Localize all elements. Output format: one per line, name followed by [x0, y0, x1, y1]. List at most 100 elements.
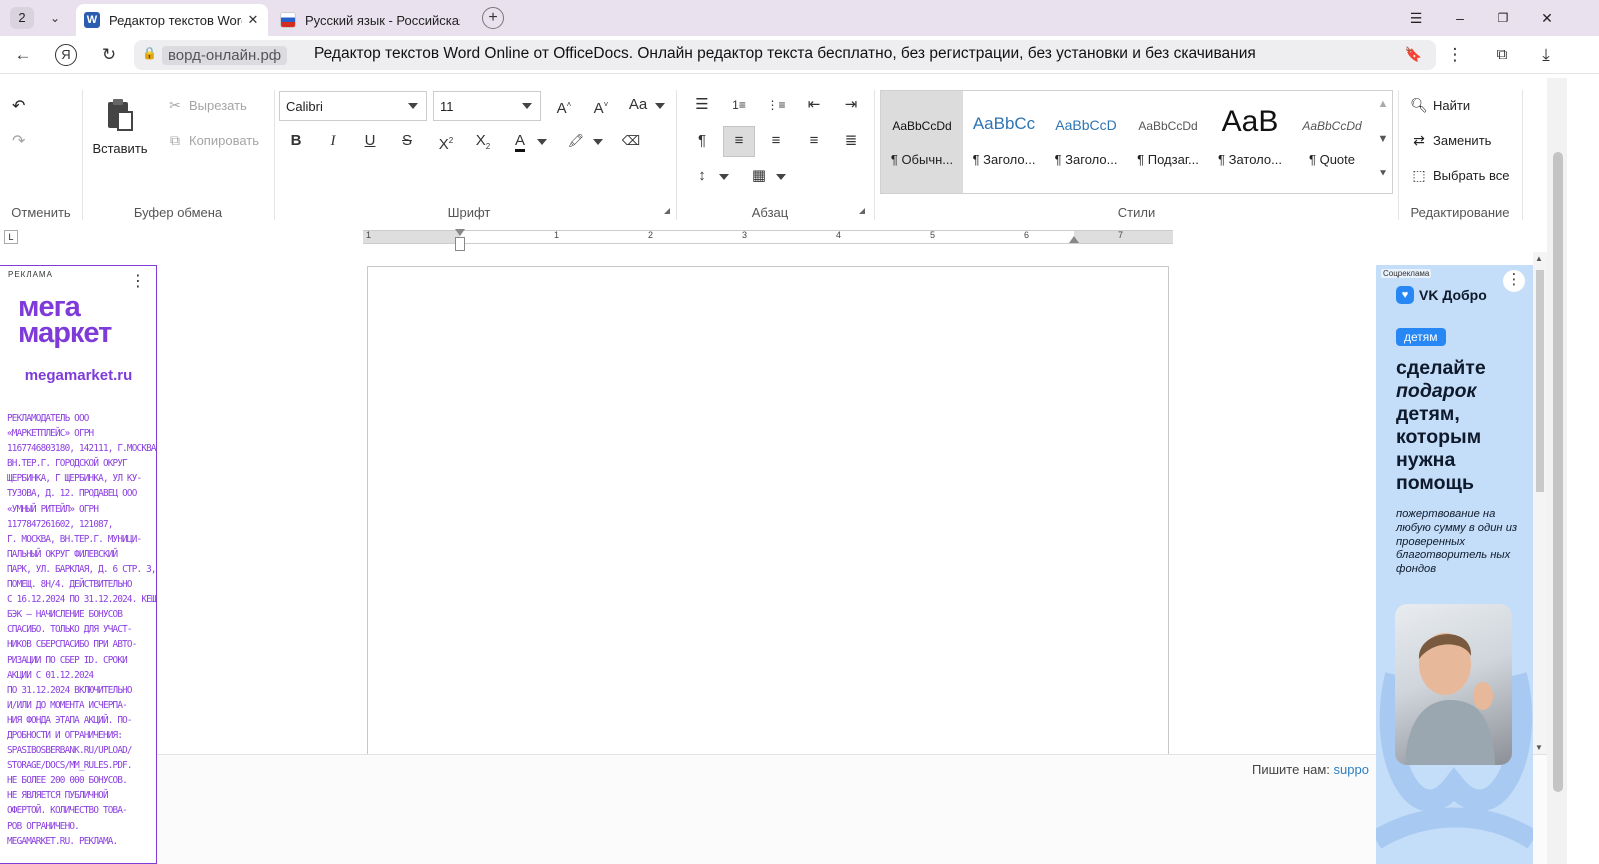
url-domain[interactable]: ворд-онлайн.рф	[162, 46, 288, 65]
style-quote[interactable]: AaBbCcDd ¶ Quote	[1291, 91, 1373, 193]
subscript-icon[interactable]: X2	[469, 127, 497, 155]
scroll-down-icon[interactable]: ▼	[1535, 743, 1543, 752]
replace-label: Заменить	[1433, 133, 1492, 148]
more-options-icon[interactable]: ⋮	[1444, 44, 1466, 66]
ruler-number: 2	[648, 230, 654, 240]
align-left-icon[interactable]: ≡	[723, 126, 755, 157]
left-indent-marker[interactable]	[455, 237, 465, 251]
restore-icon[interactable]: ❐	[1493, 8, 1513, 28]
paragraph-group-label: Абзац	[751, 205, 789, 220]
change-case-button[interactable]: Aa	[624, 91, 652, 119]
right-indent-marker[interactable]	[1069, 236, 1079, 243]
close-window-icon[interactable]: ✕	[1537, 8, 1557, 28]
ad-menu-icon[interactable]: ⋮	[1503, 270, 1525, 292]
document-page[interactable]	[367, 266, 1169, 766]
reload-icon[interactable]: ↻	[98, 44, 120, 66]
page-scrollbar[interactable]	[1547, 78, 1567, 864]
shrink-font-icon[interactable]: A˅	[587, 91, 615, 119]
cursor-select-icon: ⬚	[1412, 167, 1426, 183]
address-bar[interactable]: 🔒 ворд-онлайн.рф Редактор текстов Word O…	[134, 40, 1436, 70]
document-scrollbar-thumb[interactable]	[1536, 270, 1544, 492]
collections-icon[interactable]: ⧉	[1491, 44, 1513, 66]
vk-dobro-ad-banner[interactable]: Соцреклама ⋮ ♥ VK Добро детям сделайте п…	[1376, 265, 1533, 864]
select-all-button[interactable]: ⬚ Выбрать все	[1410, 167, 1509, 184]
underline-button[interactable]: U	[356, 127, 384, 155]
support-email-link[interactable]: suppo	[1334, 762, 1369, 777]
ad-menu-icon[interactable]: ⋮	[130, 271, 146, 291]
paste-button[interactable]: Вставить	[92, 98, 148, 158]
replace-button[interactable]: ⇄ Заменить	[1410, 132, 1491, 149]
document-scrollbar[interactable]: ▲ ▼	[1533, 252, 1547, 754]
ad-label: РЕКЛАМА	[8, 270, 53, 279]
numbered-list-icon[interactable]: 1≡	[725, 91, 753, 119]
new-tab-button[interactable]: +	[482, 7, 504, 29]
scroll-up-icon[interactable]: ▲	[1535, 254, 1543, 263]
bold-button[interactable]: B	[282, 127, 310, 155]
font-color-dropdown-icon[interactable]	[537, 139, 547, 145]
font-color-icon[interactable]: A	[506, 127, 534, 155]
bookmark-icon[interactable]: 🔖	[1405, 46, 1422, 63]
align-right-icon[interactable]: ≡	[800, 127, 828, 155]
ruler-number: 1	[366, 230, 372, 240]
redo-icon[interactable]: ↷	[12, 131, 25, 151]
page-scrollbar-thumb[interactable]	[1553, 152, 1563, 792]
show-marks-button[interactable]: ¶	[688, 127, 716, 155]
justify-icon[interactable]: ≣	[837, 127, 865, 155]
style-normal[interactable]: AaBbCcDd ¶ Обычн...	[881, 91, 963, 193]
tab-list-chevron-icon[interactable]: ⌄	[44, 7, 66, 29]
downloads-icon[interactable]: ⤓	[1535, 44, 1557, 66]
strikethrough-button[interactable]: S	[393, 127, 421, 155]
line-spacing-dropdown-icon[interactable]	[719, 174, 729, 180]
ad-site-link[interactable]: megamarket.ru	[0, 367, 156, 384]
style-heading-2[interactable]: AaBbCcD ¶ Заголо...	[1045, 91, 1127, 193]
back-arrow-icon[interactable]: ←	[12, 44, 34, 66]
highlight-dropdown-icon[interactable]	[593, 139, 603, 145]
tab-russian-language[interactable]: Русский язык - Российская	[272, 4, 468, 36]
group-divider	[1398, 90, 1399, 220]
find-button[interactable]: 🔍︎ Найти	[1410, 97, 1470, 114]
increase-indent-icon[interactable]: ⇥	[837, 91, 865, 119]
italic-button[interactable]: I	[319, 127, 347, 155]
undo-icon[interactable]: ↶	[12, 96, 25, 116]
megamarket-ad-banner[interactable]: РЕКЛАМА ⋮ мега маркет megamarket.ru РЕКЛ…	[0, 265, 157, 864]
style-name: ¶ Заголо...	[1054, 152, 1118, 167]
tab-count-button[interactable]: 2	[10, 7, 34, 29]
multilevel-list-icon[interactable]: ⋮≡	[762, 91, 790, 119]
grow-font-icon[interactable]: A˄	[550, 91, 578, 119]
scissors-icon: ✂	[169, 97, 181, 113]
clear-formatting-icon[interactable]: ⌫	[617, 127, 645, 155]
browser-menu-icon[interactable]: ☰	[1406, 8, 1426, 28]
bullet-list-icon[interactable]: ☰	[688, 91, 716, 119]
styles-scroll-up-icon[interactable]: ▲	[1373, 98, 1393, 110]
close-tab-icon[interactable]: ✕	[246, 12, 260, 28]
minimize-icon[interactable]: –	[1450, 8, 1470, 28]
styles-more-icon[interactable]: ⯆	[1373, 168, 1393, 181]
style-title[interactable]: AaB ¶ Затоло...	[1209, 91, 1291, 193]
shading-icon[interactable]: ▦	[745, 162, 773, 190]
copy-button[interactable]: ⧉ Копировать	[166, 132, 259, 149]
styles-scroll-down-icon[interactable]: ▼	[1373, 133, 1393, 145]
font-dialog-launcher-icon[interactable]	[664, 208, 670, 214]
editing-group-label: Редактирование	[1410, 205, 1510, 220]
lock-icon[interactable]: 🔒	[142, 46, 158, 64]
yandex-icon[interactable]: Я	[55, 44, 77, 66]
flag-favicon-icon	[280, 12, 296, 28]
headline-line: сделайте	[1396, 357, 1486, 379]
horizontal-ruler[interactable]: 1 1 2 3 4 5 6 7	[363, 229, 1173, 251]
line-spacing-icon[interactable]: ↕	[688, 162, 716, 190]
shading-dropdown-icon[interactable]	[776, 174, 786, 180]
paragraph-dialog-launcher-icon[interactable]	[859, 208, 865, 214]
style-heading-1[interactable]: AaBbCc ¶ Заголо...	[963, 91, 1045, 193]
change-case-dropdown-icon[interactable]	[655, 103, 665, 109]
superscript-icon[interactable]: X2	[432, 127, 460, 155]
tab-word-editor[interactable]: W Редактор текстов Word Online ✕	[76, 4, 268, 36]
tab-stop-selector[interactable]: L	[4, 230, 18, 244]
decrease-indent-icon[interactable]: ⇤	[800, 91, 828, 119]
first-line-indent-marker[interactable]	[455, 229, 465, 236]
font-family-select[interactable]: Calibri	[279, 91, 427, 121]
font-size-select[interactable]: 11	[433, 91, 541, 121]
align-center-icon[interactable]: ≡	[762, 127, 790, 155]
highlight-icon[interactable]: 🖍	[562, 127, 590, 155]
style-subtitle[interactable]: AaBbCcDd ¶ Подзаг...	[1127, 91, 1209, 193]
cut-button[interactable]: ✂ Вырезать	[166, 97, 247, 114]
